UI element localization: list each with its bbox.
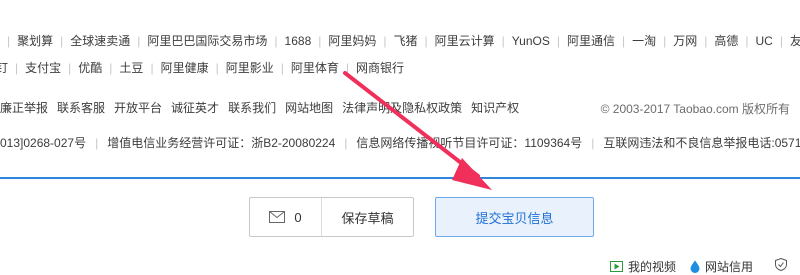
link-careers[interactable]: 诚征英才 (171, 101, 219, 115)
envelope-icon (269, 211, 286, 223)
license-report-phone: 互联网违法和不良信息举报电话:0571-816 (603, 136, 800, 150)
link-legal-privacy[interactable]: 法律声明及隐私权政策 (342, 101, 462, 115)
link-youku[interactable]: 优酷 (78, 61, 102, 75)
status-bar: 我的视频 网站信用 (0, 253, 800, 275)
link-sitemap[interactable]: 网站地图 (285, 101, 333, 115)
link-ali-pictures[interactable]: 阿里影业 (226, 61, 274, 75)
draft-button-group: 0 保存草稿 (249, 197, 414, 237)
link-contact-us[interactable]: 联系我们 (228, 101, 276, 115)
link-alibaba-intl[interactable]: 阿里巴巴国际交易市场 (147, 34, 267, 48)
site-credit-label: 网站信用 (705, 260, 754, 274)
shield-icon (775, 258, 787, 271)
submit-item-button[interactable]: 提交宝贝信息 (435, 197, 594, 237)
link-gaode[interactable]: 高德 (714, 34, 738, 48)
link-wanwang[interactable]: 万网 (673, 34, 697, 48)
water-drop-icon (690, 260, 700, 273)
link-1688[interactable]: 1688 (285, 34, 312, 48)
link-open-platform[interactable]: 开放平台 (114, 101, 162, 115)
separator: | (7, 34, 11, 48)
my-video-label: 我的视频 (628, 260, 677, 274)
ecosystem-links-row-1: | 聚划算 | 全球速卖通 | 阿里巴巴国际交易市场 | 1688 | 阿里妈妈 | 飞猪 | 阿里云计算… (0, 33, 800, 49)
link-fliggy[interactable]: 飞猪 (394, 34, 418, 48)
ecosystem-links-row-2: 钉 | 支付宝 | 优酷 | 土豆 | 阿里健康 | 阿里影业 | 阿里体育 | 网商银行 (0, 60, 800, 76)
license-info: 013]0268-027号 | 增值电信业务经营许可证：浙B2-20080224 | 信… (0, 135, 800, 151)
link-ali-telecom[interactable]: 阿里通信 (567, 34, 615, 48)
license-telecom: 增值电信业务经营许可证：浙B2-20080224 (107, 136, 336, 150)
link-yunos[interactable]: YunOS (512, 34, 550, 48)
license-icp: 013]0268-027号 (0, 136, 87, 150)
site-credit-link[interactable]: 网站信用 (690, 258, 753, 275)
link-customer-service[interactable]: 联系客服 (57, 101, 105, 115)
video-play-icon (610, 261, 623, 272)
copyright-text: © 2003-2017 Taobao.com 版权所有 (600, 102, 790, 116)
link-alipay[interactable]: 支付宝 (25, 61, 61, 75)
link-juhuasuan[interactable]: 聚划算 (17, 34, 53, 48)
security-shield[interactable] (775, 258, 792, 271)
link-etao[interactable]: 一淘 (632, 34, 656, 48)
license-av: 信息网络传播视听节目许可证：1109364号 (356, 136, 583, 150)
message-count: 0 (294, 209, 302, 225)
link-tudou[interactable]: 土豆 (119, 61, 143, 75)
link-dingtalk[interactable]: 钉 (0, 61, 8, 75)
my-video-link[interactable]: 我的视频 (610, 258, 676, 275)
section-divider (0, 177, 800, 179)
link-umeng[interactable]: 友盟 (790, 34, 800, 48)
link-ali-sports[interactable]: 阿里体育 (291, 61, 339, 75)
link-aliyun[interactable]: 阿里云计算 (435, 34, 495, 48)
save-draft-button[interactable]: 保存草稿 (322, 198, 413, 236)
link-ip[interactable]: 知识产权 (471, 101, 519, 115)
message-button[interactable]: 0 (250, 198, 322, 236)
link-aliexpress[interactable]: 全球速卖通 (70, 34, 130, 48)
link-integrity-report[interactable]: 廉正举报 (0, 101, 48, 115)
link-alimama[interactable]: 阿里妈妈 (328, 34, 376, 48)
link-uc[interactable]: UC (756, 34, 773, 48)
link-ali-health[interactable]: 阿里健康 (161, 61, 209, 75)
link-mybank[interactable]: 网商银行 (356, 61, 404, 75)
